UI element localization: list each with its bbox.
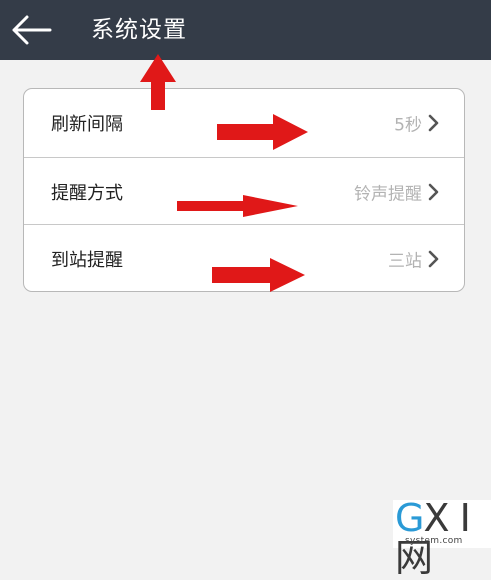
settings-list: 刷新间隔 5秒 提醒方式 铃声提醒 到站提醒 三站: [23, 88, 465, 292]
chevron-right-icon: [428, 183, 440, 201]
back-arrow-icon: [12, 15, 52, 45]
settings-item-label: 提醒方式: [51, 182, 123, 204]
settings-item-value: 铃声提醒: [354, 184, 422, 204]
settings-item-label: 到站提醒: [51, 249, 123, 271]
chevron-right-icon: [428, 114, 440, 132]
settings-item-label: 刷新间隔: [51, 113, 123, 135]
chevron-right-icon: [428, 250, 440, 268]
top-app-bar: 系统设置: [0, 0, 491, 60]
watermark-logo: GX I网 system.com: [393, 498, 491, 578]
back-button[interactable]: [10, 12, 54, 48]
settings-item-value: 三站: [388, 251, 422, 271]
settings-item-arrival-reminder[interactable]: 到站提醒 三站: [24, 224, 464, 291]
settings-item-refresh-interval[interactable]: 刷新间隔 5秒: [24, 89, 464, 156]
page-title: 系统设置: [91, 17, 187, 43]
settings-item-reminder-method[interactable]: 提醒方式 铃声提醒: [24, 157, 464, 225]
settings-item-value: 5秒: [394, 115, 422, 135]
